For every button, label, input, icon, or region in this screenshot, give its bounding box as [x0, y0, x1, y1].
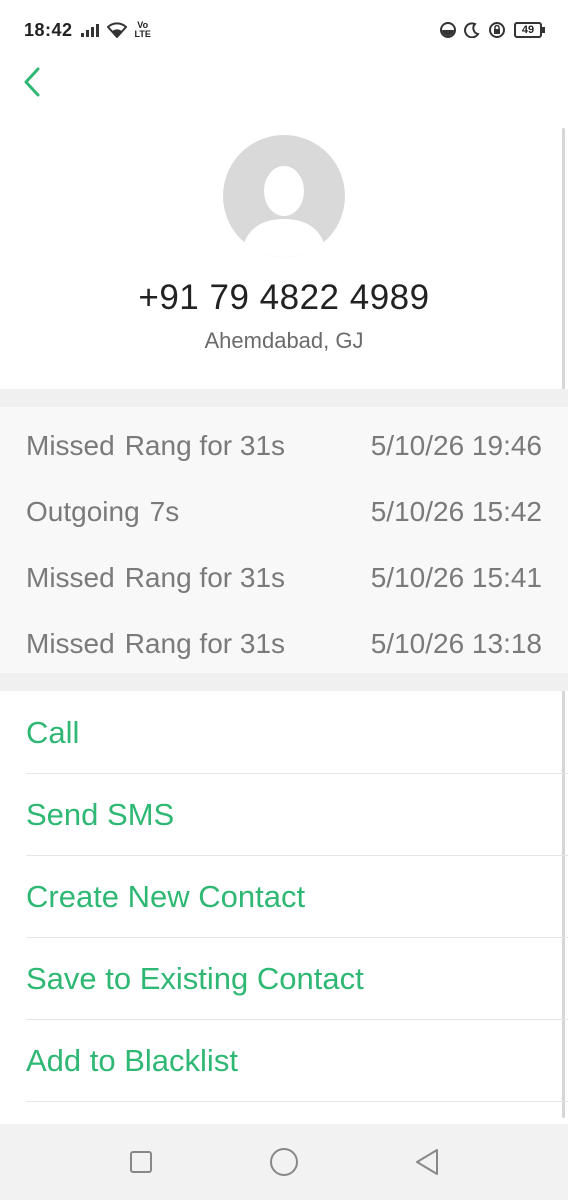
status-time: 18:42: [24, 19, 73, 40]
call-datetime: 5/10/26 19:46: [370, 430, 542, 461]
call-type: Missed: [26, 562, 115, 593]
circle-icon: [269, 1148, 298, 1176]
call-datetime: 5/10/26 15:41: [370, 562, 542, 593]
call-detail: Rang for 31s: [124, 430, 286, 461]
person-silhouette-icon: [241, 166, 327, 257]
wifi-icon: [106, 22, 127, 38]
call-description: Missed Rang for 31s: [26, 628, 285, 660]
back-button[interactable]: [12, 62, 52, 102]
square-icon: [130, 1151, 153, 1173]
call-history-row: Outgoing 7s 5/10/26 15:42: [0, 479, 568, 545]
triangle-back-icon: [415, 1149, 438, 1175]
call-detail: 7s: [149, 496, 180, 527]
action-list: Call Send SMS Create New Contact Save to…: [0, 692, 568, 1102]
back-nav-button[interactable]: [407, 1142, 447, 1182]
call-history-row: Missed Rang for 31s 5/10/26 19:46: [0, 413, 568, 479]
call-description: Missed Rang for 31s: [26, 430, 285, 462]
call-action[interactable]: Call: [26, 692, 568, 774]
call-detail: Rang for 31s: [124, 628, 286, 659]
avatar: [223, 135, 345, 257]
home-button[interactable]: [264, 1142, 304, 1182]
call-history: Missed Rang for 31s 5/10/26 19:46 Outgoi…: [0, 389, 568, 691]
add-to-blacklist-action[interactable]: Add to Blacklist: [26, 1020, 568, 1102]
call-history-row: Missed Rang for 31s 5/10/26 13:18: [0, 611, 568, 677]
send-sms-action[interactable]: Send SMS: [26, 774, 568, 856]
night-mode-icon: [464, 22, 480, 38]
call-datetime: 5/10/26 15:42: [370, 496, 542, 527]
call-history-row: Missed Rang for 31s 5/10/26 15:41: [0, 545, 568, 611]
data-saver-icon: [440, 22, 456, 38]
battery-icon: 49: [514, 22, 545, 38]
signal-icon: [80, 23, 99, 37]
navigation-bar: [0, 1124, 568, 1200]
call-description: Outgoing 7s: [26, 496, 179, 528]
save-to-existing-contact-action[interactable]: Save to Existing Contact: [26, 938, 568, 1020]
create-new-contact-action[interactable]: Create New Contact: [26, 856, 568, 938]
recents-button[interactable]: [121, 1142, 161, 1182]
volte-indicator: Vo LTE: [134, 20, 151, 39]
status-right: 49: [440, 21, 545, 39]
call-description: Missed Rang for 31s: [26, 562, 285, 594]
call-type: Outgoing: [26, 496, 140, 527]
status-left: 18:42 Vo LTE: [24, 20, 151, 41]
phone-number: +91 79 4822 4989: [138, 278, 430, 317]
status-bar: 18:42 Vo LTE 49: [0, 0, 568, 60]
location: Ahemdabad, GJ: [204, 328, 364, 353]
call-datetime: 5/10/26 13:18: [370, 628, 542, 659]
chevron-left-icon: [24, 67, 40, 97]
call-type: Missed: [26, 628, 115, 659]
call-type: Missed: [26, 430, 115, 461]
rotation-lock-icon: [489, 22, 505, 38]
call-detail: Rang for 31s: [124, 562, 286, 593]
